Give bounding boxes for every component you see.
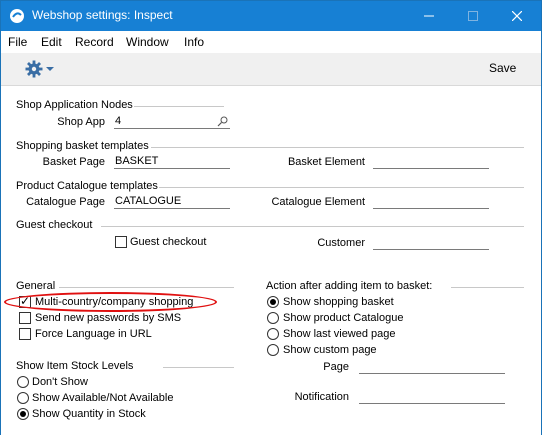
page-field[interactable] [359, 360, 505, 374]
guest-checkout-checkbox[interactable] [115, 236, 127, 248]
notification-label: Notification [294, 391, 349, 403]
divider [159, 187, 524, 188]
guest-checkout-label: Guest checkout [130, 236, 207, 248]
divider [59, 287, 234, 288]
basket-element-field[interactable] [373, 155, 489, 169]
basket-page-field[interactable]: BASKET [114, 155, 230, 169]
general-heading: General [16, 280, 56, 292]
minimize-button[interactable] [407, 1, 451, 31]
chevron-down-icon [46, 67, 54, 71]
sms-passwords-label: Send new passwords by SMS [35, 312, 182, 324]
settings-window: Webshop settings: Inspect File Edit Reco… [0, 0, 542, 435]
menu-info[interactable]: Info [184, 35, 204, 49]
save-button[interactable]: Save [489, 61, 516, 75]
show-available-label: Show Available/Not Available [32, 392, 174, 404]
menu-bar: File Edit Record Window Info [1, 31, 541, 53]
show-available-radio[interactable] [17, 392, 29, 404]
shop-app-label: Shop App [57, 116, 105, 128]
basket-element-label: Basket Element [287, 156, 365, 168]
catalogue-element-field[interactable] [373, 195, 489, 209]
catalogue-element-label: Catalogue Element [271, 196, 365, 208]
title-bar[interactable]: Webshop settings: Inspect [1, 1, 541, 31]
maximize-icon [468, 11, 478, 21]
menu-file[interactable]: File [8, 35, 27, 49]
customer-field[interactable] [373, 236, 489, 250]
basket-page-label: Basket Page [42, 156, 105, 168]
menu-record[interactable]: Record [75, 35, 114, 49]
customer-label: Customer [317, 237, 365, 249]
window-title: Webshop settings: Inspect [32, 8, 173, 22]
shop-nodes-heading: Shop Application Nodes [16, 99, 133, 111]
gear-icon [25, 60, 43, 78]
catalogue-heading: Product Catalogue templates [16, 180, 158, 192]
highlight-ellipse [4, 292, 217, 312]
show-quantity-radio[interactable] [17, 408, 29, 420]
divider [134, 106, 224, 107]
page-label: Page [323, 361, 349, 373]
divider [163, 367, 234, 368]
close-icon [512, 11, 522, 21]
maximize-button[interactable] [451, 1, 495, 31]
menu-edit[interactable]: Edit [41, 35, 62, 49]
show-last-viewed-label: Show last viewed page [283, 328, 396, 340]
app-icon [9, 8, 25, 24]
divider [101, 226, 524, 227]
actions-menu-button[interactable] [25, 59, 55, 79]
dont-show-label: Don't Show [32, 376, 88, 388]
stock-heading: Show Item Stock Levels [16, 360, 134, 372]
minimize-icon [424, 15, 434, 17]
show-basket-label: Show shopping basket [283, 296, 394, 308]
after-add-heading: Action after adding item to basket: [266, 280, 433, 292]
force-language-checkbox[interactable] [19, 328, 31, 340]
settings-form: Shop Application Nodes Shop App 4 Shoppi… [1, 85, 541, 435]
show-quantity-label: Show Quantity in Stock [32, 408, 146, 420]
show-basket-radio[interactable] [267, 296, 279, 308]
close-button[interactable] [495, 1, 539, 31]
basket-heading: Shopping basket templates [16, 140, 149, 152]
show-catalogue-label: Show product Catalogue [283, 312, 404, 324]
show-catalogue-radio[interactable] [267, 312, 279, 324]
dont-show-radio[interactable] [17, 376, 29, 388]
force-language-label: Force Language in URL [35, 328, 152, 340]
shop-app-field[interactable]: 4 [114, 115, 230, 129]
guest-heading: Guest checkout [16, 219, 93, 231]
catalogue-page-label: Catalogue Page [26, 196, 105, 208]
toolbar: Save [1, 53, 541, 85]
catalogue-page-field[interactable]: CATALOGUE [114, 195, 230, 209]
show-last-viewed-radio[interactable] [267, 328, 279, 340]
divider [151, 147, 524, 148]
notification-field[interactable] [359, 390, 505, 404]
show-custom-page-radio[interactable] [267, 344, 279, 356]
menu-window[interactable]: Window [126, 35, 169, 49]
divider [451, 287, 524, 288]
paste-special-icon [217, 116, 228, 127]
show-custom-page-label: Show custom page [283, 344, 377, 356]
sms-passwords-checkbox[interactable] [19, 312, 31, 324]
